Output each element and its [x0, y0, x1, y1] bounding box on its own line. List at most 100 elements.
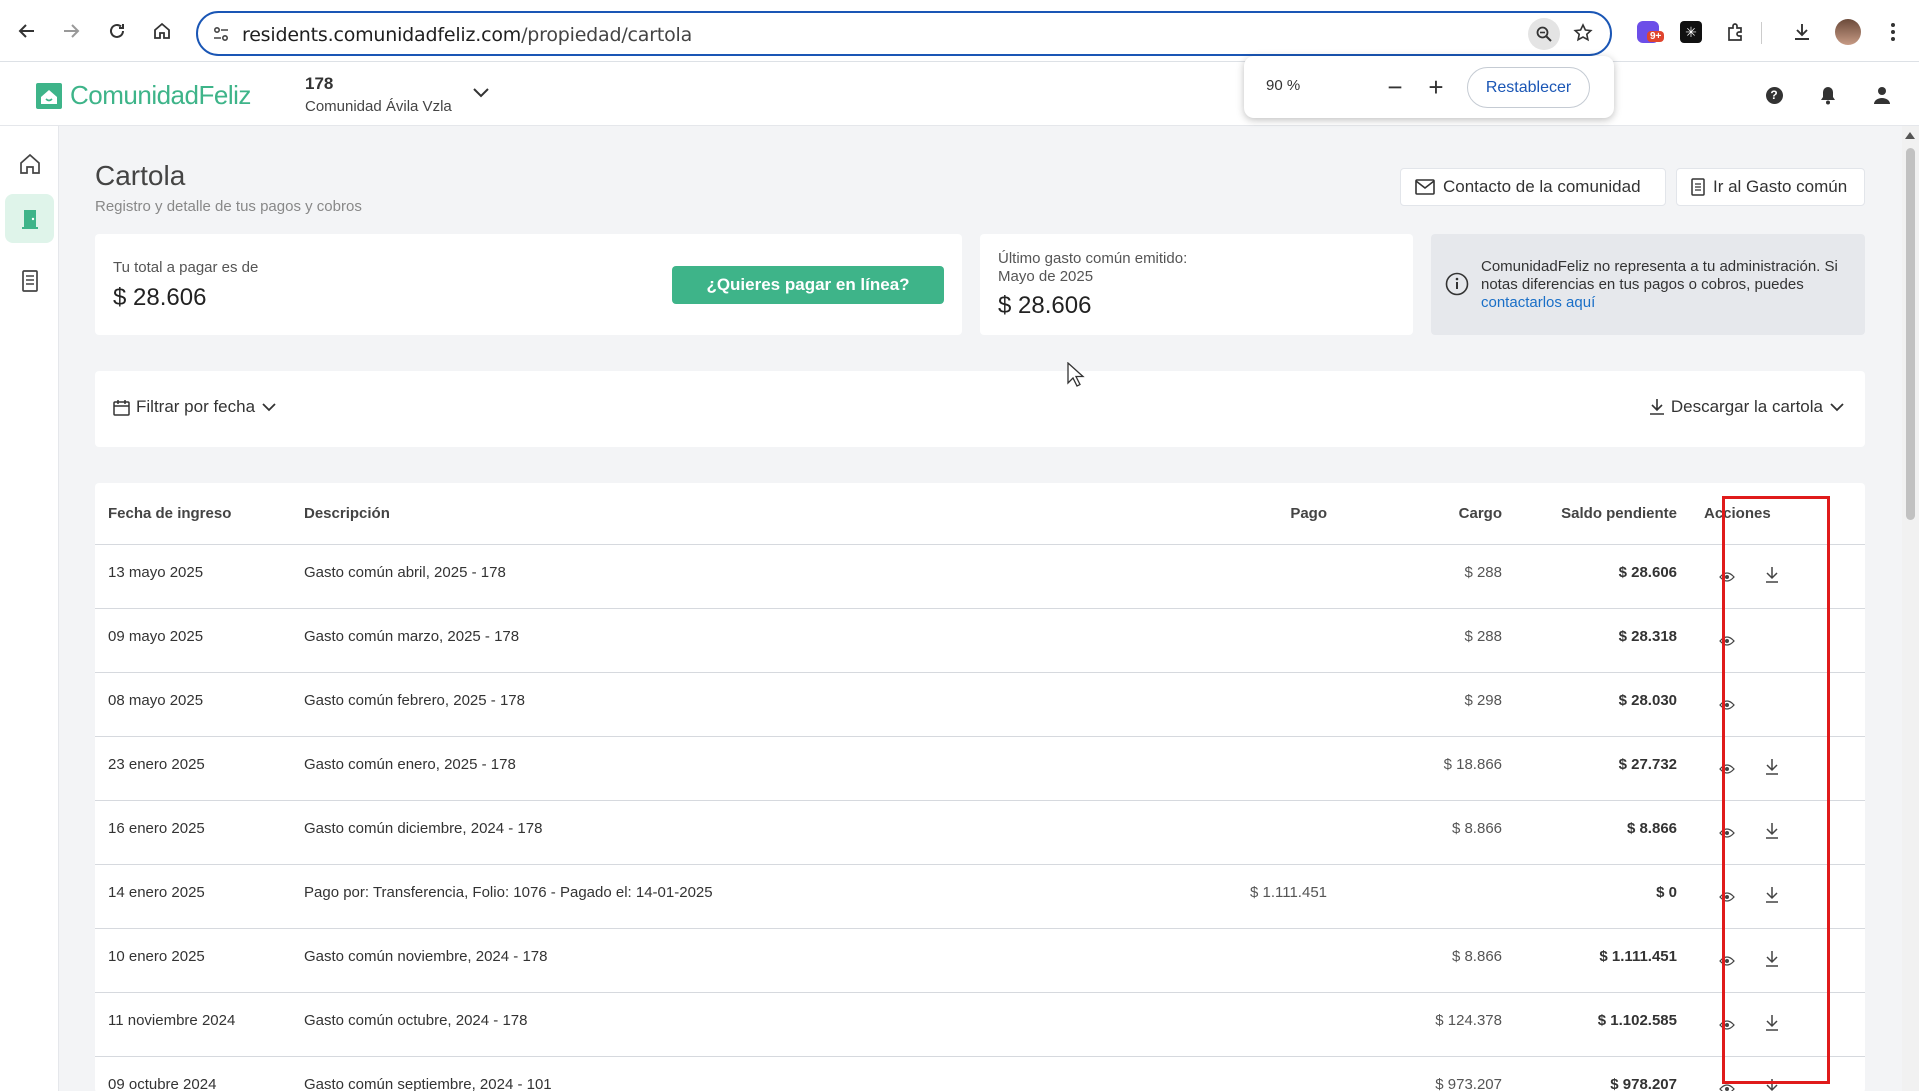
- contact-community-button[interactable]: Contacto de la comunidad: [1400, 168, 1666, 206]
- total-label: Tu total a pagar es de: [113, 259, 259, 276]
- go-common-expense-button[interactable]: Ir al Gasto común: [1676, 168, 1865, 206]
- zoom-popup: 90 % − + Restablecer: [1244, 56, 1614, 118]
- table-row: 09 octubre 2024 Gasto común septiembre, 2…: [95, 1057, 1865, 1091]
- eye-icon[interactable]: [1716, 886, 1738, 908]
- download-icon[interactable]: [1761, 756, 1783, 778]
- cell-balance: $ 1.102.585: [1597, 1012, 1677, 1029]
- last-expense-card: Último gasto común emitido: Mayo de 2025…: [980, 234, 1413, 335]
- left-sidebar: [0, 126, 59, 1091]
- toolbar-divider: [1761, 22, 1762, 44]
- cell-date: 09 mayo 2025: [108, 628, 204, 645]
- profile-avatar-icon[interactable]: [1834, 18, 1862, 46]
- header-description[interactable]: Descripción: [304, 505, 390, 522]
- table-row: 11 noviembre 2024 Gasto común octubre, 20…: [95, 993, 1865, 1057]
- table-header: Fecha de ingreso Descripción Pago Cargo …: [95, 483, 1865, 545]
- eye-icon[interactable]: [1716, 822, 1738, 844]
- sidebar-item-home[interactable]: [5, 139, 54, 188]
- page-scrollbar[interactable]: [1902, 126, 1919, 1091]
- bell-icon[interactable]: [1817, 84, 1839, 106]
- help-icon[interactable]: ?: [1763, 84, 1785, 106]
- pay-online-button[interactable]: ¿Quieres pagar en línea?: [672, 266, 944, 304]
- download-icon[interactable]: [1761, 1012, 1783, 1034]
- eye-icon[interactable]: [1716, 1078, 1738, 1091]
- info-text-block: ComunidadFeliz no representa a tu admini…: [1481, 258, 1851, 312]
- browser-menu-icon[interactable]: [1879, 18, 1907, 46]
- download-icon[interactable]: [1761, 564, 1783, 586]
- cell-description: Pago por: Transferencia, Folio: 1076 - P…: [304, 884, 713, 901]
- download-icon: [1649, 399, 1664, 415]
- download-icon[interactable]: [1761, 820, 1783, 842]
- info-text: ComunidadFeliz no representa a tu admini…: [1481, 258, 1838, 293]
- eye-icon[interactable]: [1716, 758, 1738, 780]
- download-icon[interactable]: [1788, 18, 1816, 46]
- mail-icon: [1415, 179, 1435, 195]
- address-bar[interactable]: residents.comunidadfeliz.com/propiedad/c…: [196, 11, 1612, 56]
- eye-icon[interactable]: [1716, 630, 1738, 652]
- sidebar-item-receipts[interactable]: [5, 256, 54, 305]
- home-icon: [19, 153, 40, 174]
- reload-icon[interactable]: [102, 16, 132, 46]
- scroll-thumb[interactable]: [1906, 148, 1915, 520]
- download-statement-dropdown[interactable]: Descargar la cartola: [1649, 397, 1845, 417]
- zoom-reset-button[interactable]: Restablecer: [1467, 67, 1590, 108]
- cell-date: 11 noviembre 2024: [108, 1012, 236, 1029]
- eye-icon[interactable]: [1716, 950, 1738, 972]
- forward-icon[interactable]: [56, 16, 86, 46]
- back-icon[interactable]: [12, 16, 42, 46]
- page-title: Cartola: [95, 160, 186, 191]
- header-charge[interactable]: Cargo: [1459, 505, 1502, 522]
- unit-selector[interactable]: 178 Comunidad Ávila Vzla: [305, 74, 452, 115]
- zoom-in-button[interactable]: +: [1419, 70, 1453, 104]
- table-row: 13 mayo 2025 Gasto común abril, 2025 - 17…: [95, 545, 1865, 609]
- cell-charge: $ 298: [1464, 692, 1502, 709]
- cell-date: 10 enero 2025: [108, 948, 205, 965]
- cell-balance: $ 978.207: [1610, 1076, 1677, 1091]
- cell-balance: $ 0: [1656, 884, 1677, 901]
- header-payment[interactable]: Pago: [1290, 505, 1327, 522]
- table-row: 09 mayo 2025 Gasto común marzo, 2025 - 17…: [95, 609, 1865, 673]
- logo[interactable]: ComunidadFeliz: [36, 80, 251, 111]
- download-icon[interactable]: [1761, 884, 1783, 906]
- download-icon[interactable]: [1761, 1076, 1783, 1091]
- download-statement-label: Descargar la cartola: [1670, 397, 1823, 416]
- extensions-puzzle-icon[interactable]: [1722, 18, 1750, 46]
- eye-icon[interactable]: [1716, 694, 1738, 716]
- sidebar-item-property[interactable]: [5, 194, 54, 243]
- site-info-icon[interactable]: [212, 25, 230, 48]
- cell-payment: $ 1.111.451: [1249, 884, 1327, 901]
- scroll-up-arrow[interactable]: [1905, 132, 1915, 139]
- chevron-down-icon[interactable]: [472, 86, 490, 104]
- last-expense-month: Mayo de 2025: [998, 268, 1094, 285]
- contact-link[interactable]: contactarlos aquí: [1481, 294, 1595, 311]
- statement-table: Fecha de ingreso Descripción Pago Cargo …: [95, 483, 1865, 1091]
- cell-description: Gasto común septiembre, 2024 - 101: [304, 1076, 552, 1091]
- cell-date: 16 enero 2025: [108, 820, 205, 837]
- logo-text: ComunidadFeliz: [70, 80, 251, 110]
- home-icon[interactable]: [147, 16, 177, 46]
- go-common-expense-label: Ir al Gasto común: [1713, 177, 1848, 196]
- unit-number: 178: [305, 74, 334, 93]
- header-balance[interactable]: Saldo pendiente: [1561, 505, 1677, 522]
- dark-extension-icon[interactable]: ✳: [1677, 18, 1705, 46]
- cell-balance: $ 8.866: [1626, 820, 1677, 837]
- eye-icon[interactable]: [1716, 1014, 1738, 1036]
- date-filter-dropdown[interactable]: Filtrar por fecha: [113, 397, 277, 417]
- user-icon[interactable]: [1871, 84, 1893, 106]
- extension-icon[interactable]: 9+: [1634, 18, 1665, 46]
- zoom-level: 90 %: [1266, 77, 1301, 94]
- zoom-magnifier-icon[interactable]: [1528, 18, 1560, 50]
- filter-bar: Filtrar por fecha Descargar la cartola: [95, 371, 1865, 447]
- page-subtitle: Registro y detalle de tus pagos y cobros: [95, 198, 362, 215]
- eye-icon[interactable]: [1716, 566, 1738, 588]
- cell-balance: $ 1.111.451: [1599, 948, 1677, 965]
- document-icon: [1691, 178, 1705, 196]
- table-row: 14 enero 2025 Pago por: Transferencia, Fo…: [95, 865, 1865, 929]
- download-icon[interactable]: [1761, 948, 1783, 970]
- cell-date: 14 enero 2025: [108, 884, 205, 901]
- table-row: 08 mayo 2025 Gasto común febrero, 2025 - …: [95, 673, 1865, 737]
- bookmark-star-icon[interactable]: [1573, 23, 1593, 48]
- header-date[interactable]: Fecha de ingreso: [108, 505, 231, 522]
- cell-balance: $ 28.606: [1618, 564, 1677, 581]
- app-header: ComunidadFeliz 178 Comunidad Ávila Vzla …: [0, 62, 1919, 126]
- zoom-out-button[interactable]: −: [1378, 70, 1412, 104]
